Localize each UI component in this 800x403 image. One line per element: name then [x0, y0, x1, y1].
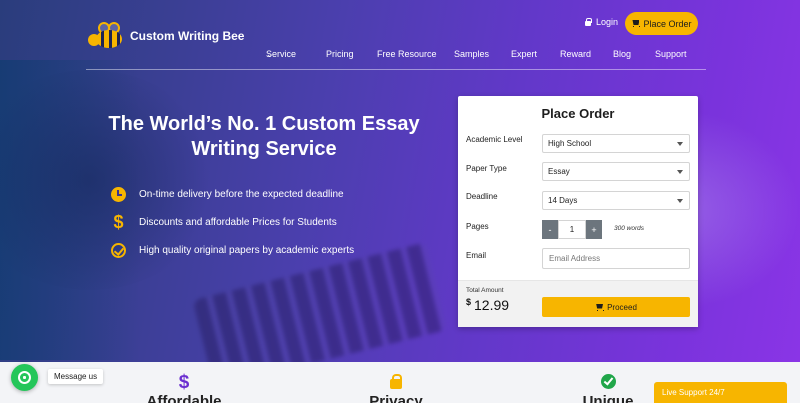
total-amount-value: 12.99	[474, 297, 510, 313]
academic-level-select[interactable]: High School	[542, 134, 690, 153]
decrement-button[interactable]: -	[542, 220, 558, 239]
dollar-icon: $	[113, 212, 124, 232]
whatsapp-icon	[18, 371, 31, 384]
nav-item-blog[interactable]: Blog	[613, 49, 631, 59]
login-label: Login	[596, 17, 619, 27]
login-link[interactable]: Login	[584, 17, 618, 27]
increment-button[interactable]: +	[586, 220, 602, 239]
total-amount: $ 12.99	[466, 297, 509, 313]
site-logo[interactable]: Custom Writing Bee	[86, 22, 244, 50]
hero-section: Custom Writing Bee Login Place Order Ser…	[0, 0, 800, 362]
order-form-title: Place Order	[541, 106, 615, 121]
academic-level-label: Academic Level	[466, 135, 523, 144]
nav-item-reward[interactable]: Reward	[560, 49, 591, 59]
nav-item-free-resource[interactable]: Free Resource	[377, 49, 437, 59]
feature-card-privacy: Privacy	[336, 374, 456, 403]
brand-name: Custom Writing Bee	[130, 29, 245, 43]
live-support-button[interactable]: Live Support 24/7	[654, 382, 787, 403]
deadline-select[interactable]: 14 Days	[542, 191, 690, 210]
feature-item: $ Discounts and affordable Prices for St…	[110, 212, 337, 232]
place-order-label: Place Order	[643, 18, 692, 29]
feature-card-title: Affordable	[146, 393, 222, 403]
proceed-label: Proceed	[607, 302, 637, 312]
dollar-icon: $	[178, 372, 190, 393]
feature-text: High quality original papers by academic…	[139, 245, 355, 256]
check-circle-icon	[110, 242, 127, 259]
nav-item-pricing[interactable]: Pricing	[326, 49, 354, 59]
hero-headline: The World’s No. 1 Custom Essay Writing S…	[108, 113, 420, 160]
lock-icon	[389, 374, 403, 390]
deadline-label: Deadline	[466, 192, 498, 201]
nav-item-samples[interactable]: Samples	[454, 49, 489, 59]
paper-type-select[interactable]: Essay	[542, 162, 690, 181]
chevron-down-icon	[677, 199, 683, 203]
keyboard-image	[192, 242, 448, 362]
feature-card-affordable: $ Affordable	[124, 372, 244, 403]
academic-level-value: High School	[548, 139, 592, 148]
check-circle-icon	[600, 374, 616, 389]
bee-logo-icon	[86, 22, 124, 50]
main-nav: Service ⌄ Pricing Free Resource Samples …	[0, 49, 800, 61]
email-field[interactable]	[542, 248, 690, 269]
feature-text: On-time delivery before the expected dea…	[139, 189, 344, 200]
chevron-down-icon	[677, 142, 683, 146]
clock-icon	[110, 186, 127, 203]
proceed-button[interactable]: Proceed	[542, 297, 690, 317]
paper-type-value: Essay	[548, 167, 570, 176]
order-total-bar: Total Amount $ 12.99 Proceed	[458, 280, 698, 327]
feature-text: Discounts and affordable Prices for Stud…	[139, 217, 337, 228]
lock-icon	[584, 18, 592, 26]
whatsapp-button[interactable]	[11, 364, 38, 391]
email-label: Email	[466, 251, 487, 260]
nav-item-expert[interactable]: Expert	[511, 49, 537, 59]
message-us-tooltip[interactable]: Message us	[48, 369, 104, 384]
chevron-down-icon	[677, 170, 683, 174]
nav-divider	[86, 69, 706, 70]
total-amount-label: Total Amount	[466, 287, 504, 294]
feature-card-title: Unique	[582, 393, 634, 403]
cart-icon	[595, 304, 605, 311]
currency-symbol: $	[466, 297, 472, 307]
cart-icon	[631, 20, 641, 27]
pages-value[interactable]: 1	[558, 220, 586, 239]
feature-item: High quality original papers by academic…	[110, 242, 354, 259]
nav-item-support[interactable]: Support	[655, 49, 687, 59]
word-count: 300 words	[614, 225, 644, 232]
nav-item-service[interactable]: Service ⌄	[266, 49, 296, 60]
feature-card-title: Privacy	[369, 393, 423, 403]
place-order-button[interactable]: Place Order	[625, 12, 698, 35]
pages-label: Pages	[466, 222, 489, 231]
order-form: Place Order Academic Level High School P…	[458, 96, 698, 327]
paper-type-label: Paper Type	[466, 164, 507, 173]
deadline-value: 14 Days	[548, 196, 578, 205]
pages-stepper: - 1 +	[542, 220, 602, 239]
feature-card-unique: Unique	[548, 374, 668, 403]
feature-item: On-time delivery before the expected dea…	[110, 186, 344, 203]
